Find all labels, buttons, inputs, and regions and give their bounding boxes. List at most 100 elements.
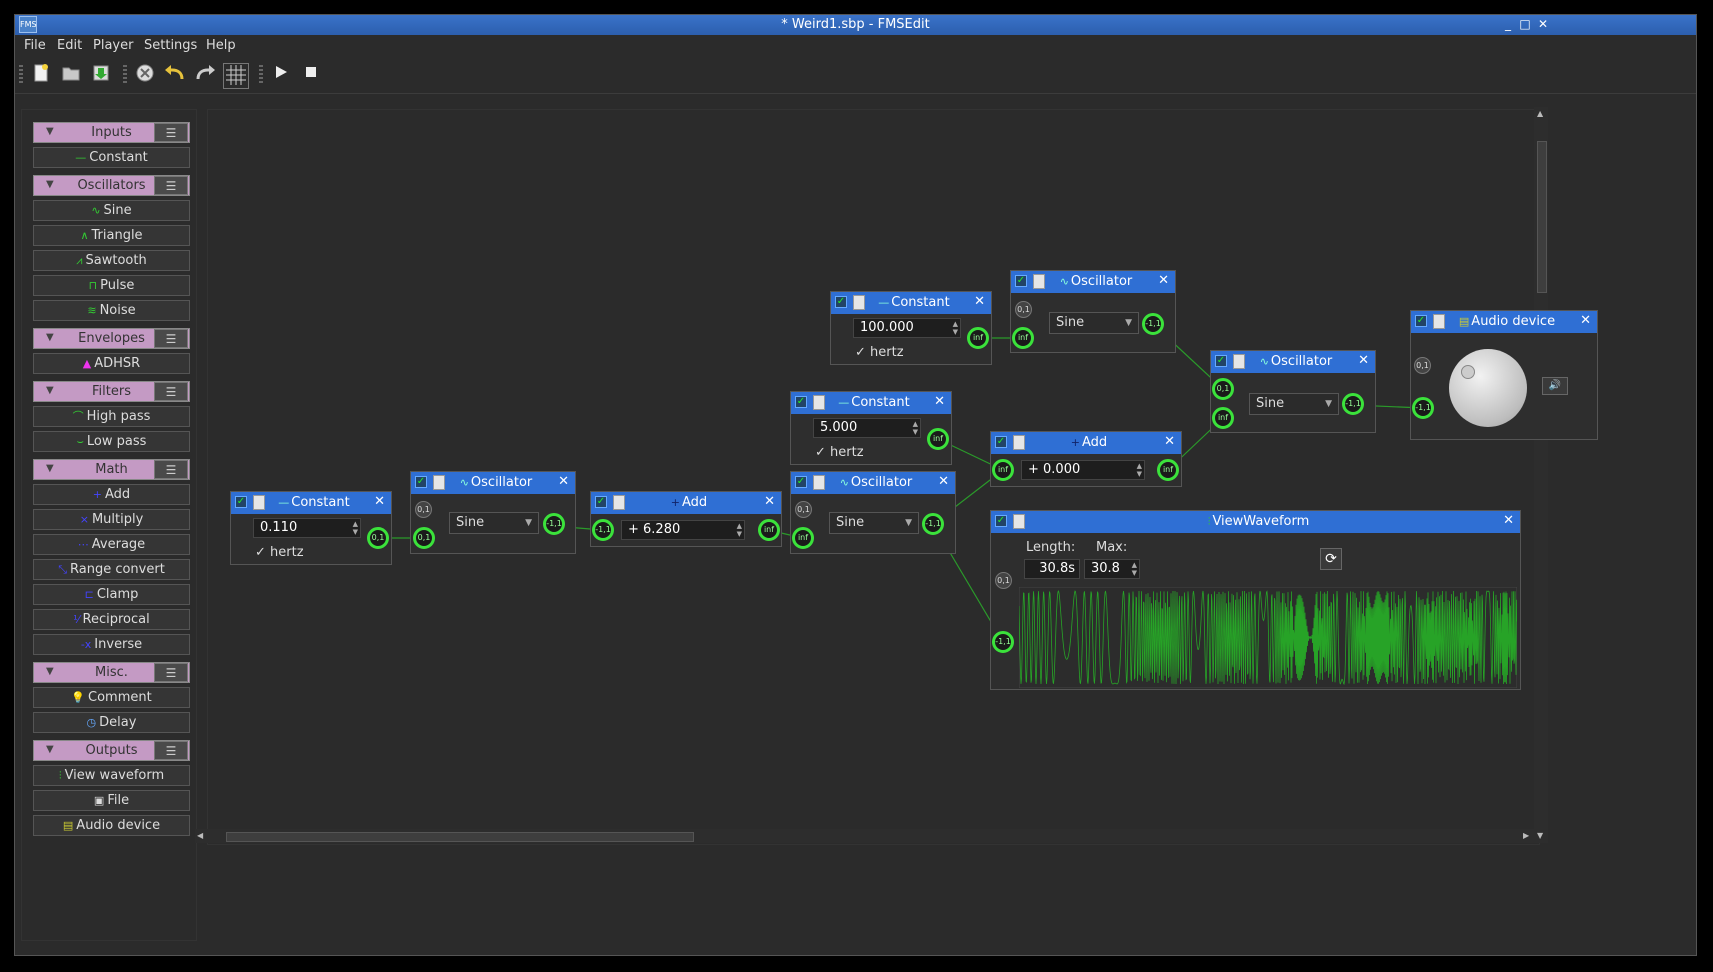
- value-spinbox[interactable]: + 6.280 ▲ ▼: [621, 520, 745, 540]
- waveform-select[interactable]: Sine ▼: [1249, 393, 1339, 415]
- close-icon[interactable]: ✕: [1358, 353, 1369, 368]
- scroll-up-icon[interactable]: ▲: [1537, 109, 1543, 118]
- minimize-button[interactable]: _: [1500, 16, 1516, 32]
- close-window-button[interactable]: ✕: [1535, 16, 1551, 32]
- save-icon[interactable]: [89, 63, 113, 87]
- open-folder-icon[interactable]: [59, 63, 83, 87]
- palette-item-file[interactable]: ▣ File: [33, 790, 190, 811]
- delete-icon[interactable]: [133, 63, 157, 87]
- category-misc[interactable]: ▼ Misc. ☰: [33, 662, 190, 683]
- node-add-2[interactable]: ✓ + Add ✕ + 0.000 ▲ ▼: [990, 431, 1182, 487]
- horizontal-scrollbar[interactable]: ◀ ▶: [195, 829, 1535, 843]
- input-port-phase[interactable]: 0,1: [1212, 378, 1234, 400]
- enable-checkbox[interactable]: ✓: [1215, 355, 1227, 367]
- menu-icon[interactable]: ☰: [154, 460, 188, 479]
- output-port[interactable]: 0,1: [367, 527, 389, 549]
- palette-item-adhsr[interactable]: ▲ ADHSR: [33, 353, 190, 374]
- palette-item-delay[interactable]: ◷ Delay: [33, 712, 190, 733]
- menu-icon[interactable]: ☰: [154, 741, 188, 760]
- scroll-left-icon[interactable]: ◀: [197, 831, 203, 840]
- undo-icon[interactable]: [163, 63, 187, 87]
- play-icon[interactable]: [269, 63, 293, 87]
- input-port-signal[interactable]: -1,1: [1412, 397, 1434, 419]
- value-spinbox[interactable]: 0.110 ▲ ▼: [253, 518, 361, 538]
- input-port-frequency[interactable]: inf: [792, 527, 814, 549]
- menu-player[interactable]: Player: [93, 38, 133, 53]
- menu-file[interactable]: File: [24, 38, 46, 53]
- category-envelopes[interactable]: ▼ Envelopes ☰: [33, 328, 190, 349]
- category-inputs[interactable]: ▼ Inputs ☰: [33, 122, 190, 143]
- close-icon[interactable]: ✕: [1503, 513, 1514, 528]
- node-header[interactable]: ✓ — Constant ✕: [231, 492, 391, 514]
- palette-item-low-pass[interactable]: ⌣ Low pass: [33, 431, 190, 452]
- value-spinbox[interactable]: + 0.000 ▲ ▼: [1021, 460, 1145, 480]
- menu-icon[interactable]: ☰: [154, 123, 188, 142]
- node-header[interactable]: ✓ — Constant ✕: [831, 292, 991, 314]
- node-header[interactable]: ✓ ∿ Oscillator ✕: [1011, 271, 1175, 293]
- toolbar-grip-2[interactable]: [123, 65, 127, 85]
- scroll-thumb[interactable]: [1537, 141, 1547, 293]
- menu-icon[interactable]: ☰: [154, 176, 188, 195]
- output-port[interactable]: -1,1: [543, 513, 565, 535]
- palette-item-reciprocal[interactable]: ⅟ Reciprocal: [33, 609, 190, 630]
- hertz-checkbox[interactable]: ✓ hertz: [255, 545, 304, 560]
- node-header[interactable]: ✓ — Constant ✕: [791, 392, 951, 414]
- menu-icon[interactable]: ☰: [154, 663, 188, 682]
- output-port[interactable]: inf: [758, 519, 780, 541]
- enable-checkbox[interactable]: ✓: [835, 296, 847, 308]
- palette-item-add[interactable]: + Add: [33, 484, 190, 505]
- scroll-right-icon[interactable]: ▶: [1523, 831, 1529, 840]
- palette-item-audio-device[interactable]: ▤ Audio device: [33, 815, 190, 836]
- close-icon[interactable]: ✕: [1158, 273, 1169, 288]
- input-port-phase[interactable]: 0,1: [1015, 301, 1032, 318]
- spin-arrows-icon[interactable]: ▲ ▼: [1137, 462, 1142, 478]
- menu-settings[interactable]: Settings: [144, 38, 197, 53]
- palette-item-view-waveform[interactable]: ⫶ View waveform: [33, 765, 190, 786]
- node-header[interactable]: ✓ ▤ Audio device ✕: [1411, 311, 1597, 333]
- hertz-checkbox[interactable]: ✓ hertz: [815, 445, 864, 460]
- menu-help[interactable]: Help: [206, 38, 236, 53]
- menu-icon[interactable]: ☰: [154, 382, 188, 401]
- enable-checkbox[interactable]: ✓: [1015, 275, 1027, 287]
- menu-icon[interactable]: ☰: [154, 329, 188, 348]
- stop-icon[interactable]: [299, 63, 323, 87]
- input-port-frequency[interactable]: inf: [1212, 407, 1234, 429]
- mute-speaker-icon[interactable]: 🔊: [1542, 377, 1568, 395]
- waveform-select[interactable]: Sine ▼: [829, 512, 919, 534]
- palette-item-sawtooth[interactable]: ⩘ Sawtooth: [33, 250, 190, 271]
- close-icon[interactable]: ✕: [764, 494, 775, 509]
- node-header[interactable]: ✓ + Add ✕: [991, 432, 1181, 454]
- input-port-phase[interactable]: 0,1: [415, 501, 432, 518]
- input-port-phase[interactable]: 0,1: [995, 572, 1012, 589]
- length-field[interactable]: 30.8s: [1024, 559, 1080, 579]
- enable-checkbox[interactable]: ✓: [1415, 315, 1427, 327]
- spin-arrows-icon[interactable]: ▲ ▼: [1132, 561, 1137, 577]
- palette-item-constant[interactable]: — Constant: [33, 147, 190, 168]
- spin-arrows-icon[interactable]: ▲ ▼: [737, 522, 742, 538]
- input-port-phase[interactable]: 0,1: [1414, 357, 1431, 374]
- enable-checkbox[interactable]: ✓: [795, 476, 807, 488]
- node-add-1[interactable]: ✓ + Add ✕ + 6.280 ▲ ▼: [590, 491, 782, 547]
- input-port[interactable]: -1,1: [592, 519, 614, 541]
- node-header[interactable]: ✓ ∿ Oscillator ✕: [791, 472, 955, 494]
- close-icon[interactable]: ✕: [1164, 434, 1175, 449]
- palette-item-comment[interactable]: 💡 Comment: [33, 687, 190, 708]
- spin-arrows-icon[interactable]: ▲ ▼: [353, 520, 358, 536]
- output-port[interactable]: -1,1: [1342, 393, 1364, 415]
- grid-icon[interactable]: [223, 63, 249, 89]
- node-constant-3[interactable]: ✓ — Constant ✕ 100.000 ▲ ▼ ✓ hertz: [830, 291, 992, 365]
- value-spinbox[interactable]: 100.000 ▲ ▼: [853, 318, 961, 338]
- node-view-waveform[interactable]: ✓ ⫶ ViewWaveform ✕ Length: Max: 30.8s 30.…: [990, 510, 1521, 690]
- toolbar-grip-3[interactable]: [259, 65, 263, 85]
- input-port[interactable]: inf: [992, 459, 1014, 481]
- node-constant-2[interactable]: ✓ — Constant ✕ 5.000 ▲ ▼ ✓ hertz: [790, 391, 952, 465]
- node-header[interactable]: ✓ ⫶ ViewWaveform ✕: [991, 511, 1520, 533]
- palette-item-high-pass[interactable]: ⌒ High pass: [33, 406, 190, 427]
- close-icon[interactable]: ✕: [374, 494, 385, 509]
- node-header[interactable]: ✓ ∿ Oscillator ✕: [411, 472, 575, 494]
- enable-checkbox[interactable]: ✓: [415, 476, 427, 488]
- close-icon[interactable]: ✕: [558, 474, 569, 489]
- close-icon[interactable]: ✕: [934, 394, 945, 409]
- volume-knob[interactable]: [1449, 349, 1527, 427]
- palette-item-pulse[interactable]: ⊓ Pulse: [33, 275, 190, 296]
